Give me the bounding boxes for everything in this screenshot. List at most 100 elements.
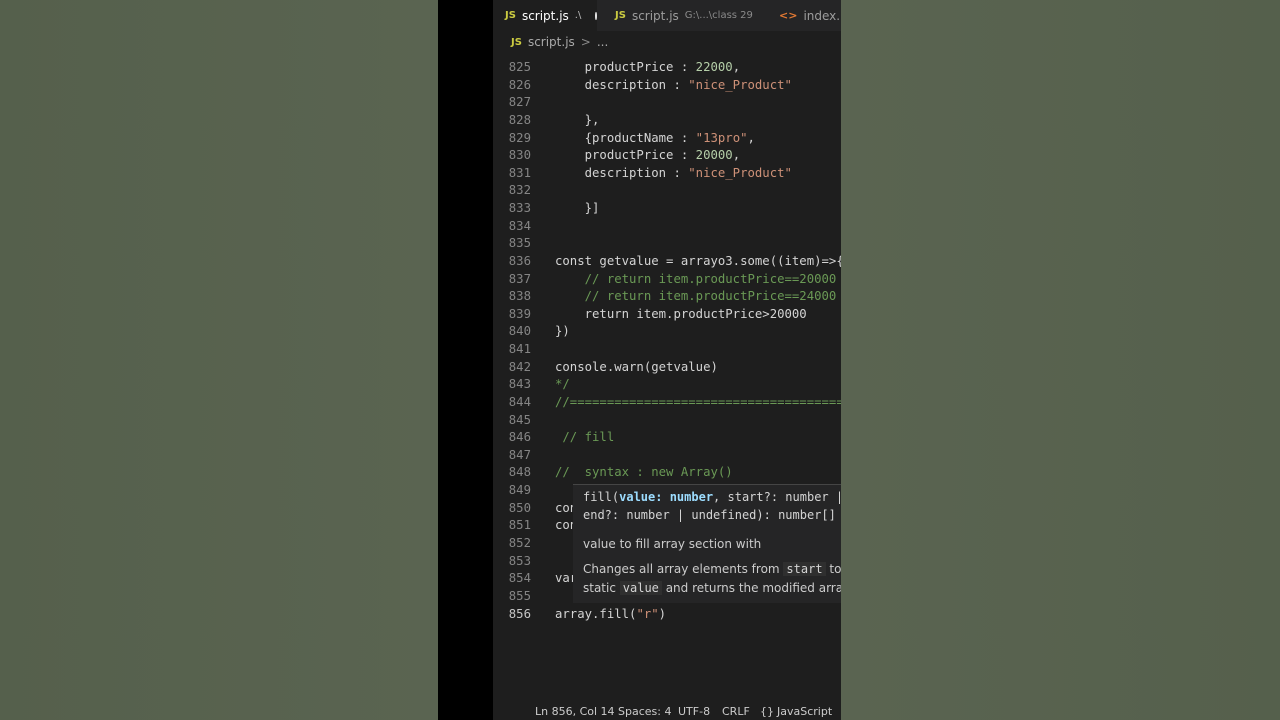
line-number: 831: [508, 165, 531, 180]
code-line[interactable]: 835: [493, 234, 841, 252]
desc-text: to: [825, 562, 841, 576]
code-line[interactable]: 842 console.warn(getvalue): [493, 358, 841, 376]
code-token: return item.productPrice>20000: [555, 306, 807, 321]
code-text: // syntax : new Array(): [555, 463, 733, 481]
code-text: //======================================…: [555, 393, 841, 411]
line-ending[interactable]: CRLF: [722, 705, 750, 718]
code-token: // fill: [555, 430, 615, 445]
sig-active-param: value: number: [619, 490, 714, 504]
code-line[interactable]: 845: [493, 411, 841, 429]
code-line[interactable]: 832: [493, 181, 841, 199]
html-file-icon: <>: [779, 9, 798, 22]
code-text: array.fill("r"): [555, 605, 666, 623]
code-editor[interactable]: JS script.js .\ JS script.js G:\...\clas…: [493, 0, 841, 720]
tab-index-html[interactable]: <> index.htm: [767, 0, 841, 31]
language-mode[interactable]: JavaScript: [777, 705, 832, 718]
code-line[interactable]: 840}): [493, 322, 841, 340]
tab-label: script.js: [631, 8, 679, 23]
code-text: }): [555, 322, 570, 340]
line-number: 853: [508, 553, 531, 568]
sig-rest: , start?: number |: [713, 490, 841, 504]
code-line[interactable]: 829 {productName : "13pro",: [493, 129, 841, 147]
line-number: 841: [508, 342, 531, 357]
desc-text: and returns the modified array: [661, 581, 841, 595]
braces-icon: {}: [760, 705, 774, 718]
javascript-file-icon: JS: [615, 10, 626, 21]
desc-text: static: [583, 581, 620, 595]
code-text: {productName : "13pro",: [555, 129, 755, 147]
line-number: 839: [508, 306, 531, 321]
code-line[interactable]: 826 description : "nice_Product": [493, 76, 841, 94]
code-token: "r": [636, 606, 659, 621]
sig-name: fill(: [583, 490, 620, 504]
code-token: // syntax : new Array(): [555, 465, 733, 480]
line-number: 842: [508, 359, 531, 374]
code-token: description :: [555, 165, 689, 180]
line-number: 825: [508, 60, 531, 74]
tab-script-js-class29[interactable]: JS script.js G:\...\class 29: [603, 0, 773, 31]
code-text: return item.productPrice>20000: [555, 305, 807, 323]
line-number: 844: [508, 394, 531, 409]
code-token: ,: [732, 148, 741, 163]
code-text: // fill: [555, 428, 614, 446]
code-token: productPrice :: [555, 60, 696, 74]
code-token: //======================================…: [555, 394, 841, 409]
code-line[interactable]: 833 }]: [493, 199, 841, 217]
line-number: 826: [508, 77, 531, 92]
line-number: 829: [508, 130, 531, 145]
line-number: 840: [508, 324, 531, 339]
line-number: 855: [508, 588, 531, 603]
code-line[interactable]: 837 // return item.productPrice==20000: [493, 270, 841, 288]
code-line[interactable]: 844 //===================================…: [493, 393, 841, 411]
code-text: console.warn(getvalue): [555, 358, 718, 376]
code-line[interactable]: 830 productPrice : 20000,: [493, 146, 841, 164]
cursor-position[interactable]: Ln 856, Col 14: [535, 705, 615, 718]
code-line[interactable]: 828 },: [493, 111, 841, 129]
unsaved-dot-icon[interactable]: [595, 11, 597, 20]
indentation[interactable]: Spaces: 4: [618, 705, 671, 718]
tab-label: script.js: [521, 8, 569, 23]
code-token: productPrice :: [555, 148, 696, 163]
signature-help-popup: fill(value: number, start?: number | end…: [573, 484, 841, 603]
video-frame: JS script.js .\ JS script.js G:\...\clas…: [438, 0, 841, 720]
code-token: ,: [732, 60, 741, 74]
code-line[interactable]: 843 */: [493, 375, 841, 393]
status-bar: Ln 856, Col 14 Spaces: 4 UTF-8 CRLF {} J…: [493, 704, 841, 720]
code-line[interactable]: 841: [493, 340, 841, 358]
code-line[interactable]: 831 description : "nice_Product": [493, 164, 841, 182]
code-line[interactable]: 839 return item.productPrice>20000: [493, 305, 841, 323]
code-line[interactable]: 846 // fill: [493, 428, 841, 446]
line-number: 827: [508, 95, 531, 110]
method-description: Changes all array elements from start to…: [583, 560, 841, 598]
line-number: 830: [508, 148, 531, 163]
code-line[interactable]: 825 productPrice : 22000,: [493, 58, 841, 76]
code-line[interactable]: 848 // syntax : new Array(): [493, 463, 841, 481]
code-token: array.fill(: [555, 606, 637, 621]
code-text: }]: [555, 199, 600, 217]
encoding[interactable]: UTF-8: [678, 705, 710, 718]
sig-line-2: end?: number | undefined): number[]: [583, 508, 836, 522]
tab-path-hint: G:\...\class 29: [684, 10, 753, 21]
code-line[interactable]: 856 array.fill("r"): [493, 605, 841, 623]
code-line[interactable]: 836 const getvalue = arrayo3.some((item)=…: [493, 252, 841, 270]
signature-text: fill(value: number, start?: number | end…: [583, 488, 841, 524]
code-token: 22000: [695, 60, 733, 74]
code-line[interactable]: 834: [493, 217, 841, 235]
line-number: 848: [508, 465, 531, 480]
code-token: {productName :: [555, 130, 696, 145]
code-line[interactable]: 827: [493, 93, 841, 111]
line-number: 851: [508, 518, 531, 533]
tab-path-hint: .\: [574, 10, 582, 21]
code-token: // return item.productPrice==24000: [555, 289, 837, 304]
tab-label: index.htm: [803, 8, 841, 23]
code-token: ): [658, 606, 667, 621]
line-number: 849: [508, 483, 531, 498]
code-line[interactable]: 838 // return item.productPrice==24000: [493, 287, 841, 305]
code-line[interactable]: 847: [493, 446, 841, 464]
line-number: 846: [508, 430, 531, 445]
tab-script-js-active[interactable]: JS script.js .\: [493, 0, 597, 31]
code-text: productPrice : 20000,: [555, 146, 741, 164]
line-number: 833: [508, 201, 531, 216]
desc-text: Changes all array elements from: [583, 562, 784, 576]
line-number: 850: [508, 500, 531, 515]
